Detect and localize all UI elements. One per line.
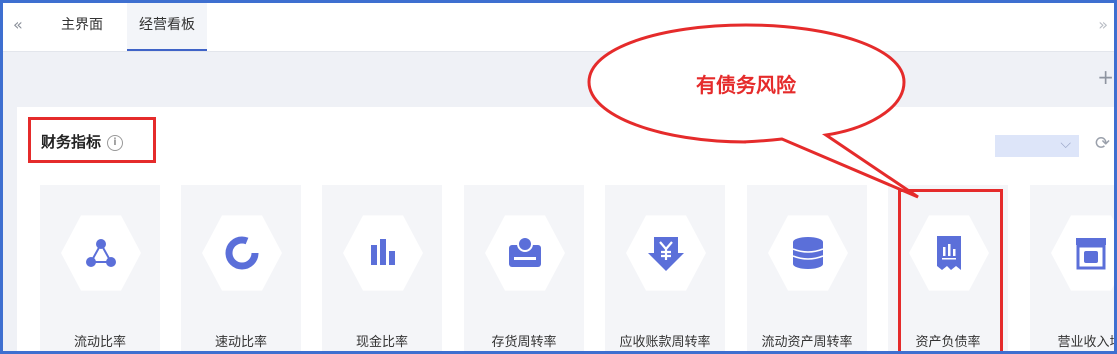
tab-bar: « 主界面 经营看板 » xyxy=(3,3,1114,52)
callout-bubble: 有债务风险 xyxy=(586,21,919,199)
card-label: 现金比率 xyxy=(355,335,408,350)
card-label: 流动比率 xyxy=(73,335,126,350)
add-icon[interactable]: + xyxy=(1097,65,1114,89)
kpi-card-current-asset-turnover[interactable]: 流动资产周转率 xyxy=(747,185,867,351)
kpi-card-cash-ratio[interactable]: 现金比率 xyxy=(322,185,442,351)
tab-dashboard[interactable]: 经营看板 xyxy=(127,3,207,51)
refresh-icon[interactable]: ⟳ xyxy=(1095,133,1110,154)
network-icon xyxy=(61,215,141,291)
kpi-card-quick-ratio[interactable]: 速动比率 xyxy=(181,185,301,351)
kpi-card-revenue-growth[interactable]: 营业收入增 xyxy=(1030,185,1117,351)
kpi-card-receivable-turnover[interactable]: 应收账款周转率 xyxy=(605,185,725,351)
kpi-card-inventory-turnover[interactable]: 存货周转率 xyxy=(464,185,584,351)
card-label: 应收账款周转率 xyxy=(619,335,711,350)
store-icon xyxy=(1051,215,1114,291)
tab-main[interactable]: 主界面 xyxy=(49,3,115,51)
card-label: 速动比率 xyxy=(214,335,267,350)
bar-chart-icon xyxy=(343,215,423,291)
kpi-card-current-ratio[interactable]: 流动比率 xyxy=(40,185,160,351)
tabs-scroll-left-icon[interactable]: « xyxy=(13,15,23,34)
app-frame: « 主界面 经营看板 » + 财务指标 i ⌵ ⟳ 流动比率 速动比率 现金比率… xyxy=(0,0,1117,354)
period-select[interactable]: ⌵ xyxy=(995,135,1079,157)
card-label: 流动资产周转率 xyxy=(761,335,853,350)
card-label: 存货周转率 xyxy=(491,335,557,350)
callout-text: 有债务风险 xyxy=(696,73,796,97)
card-label: 营业收入增 xyxy=(1057,335,1117,350)
debt-ratio-highlight xyxy=(898,189,1003,351)
cash-register-icon xyxy=(485,215,565,291)
chevron-down-icon: ⌵ xyxy=(1060,136,1071,152)
coin-stack-icon xyxy=(768,215,848,291)
ring-chart-icon xyxy=(202,215,282,291)
tabs-scroll-right-icon[interactable]: » xyxy=(1098,15,1108,34)
section-title-highlight xyxy=(28,117,156,163)
yen-down-icon xyxy=(626,215,706,291)
